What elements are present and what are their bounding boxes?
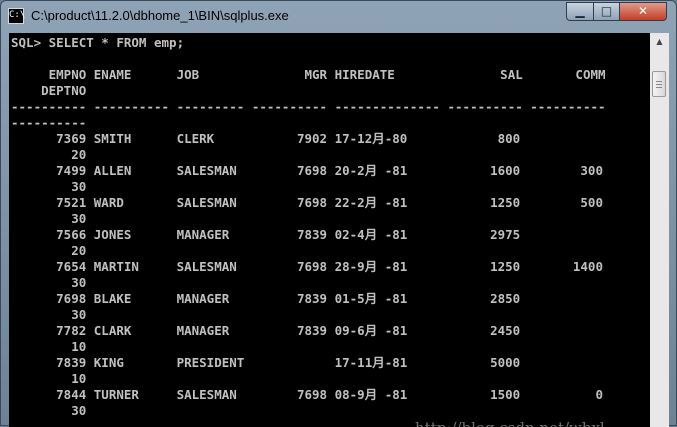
console-line: ---------- ---------- --------- --------… (11, 99, 606, 114)
console-line: 7521 WARD SALESMAN 7698 22-2月 -81 1250 5… (11, 195, 603, 210)
console-text: SQL> SELECT * FROM emp; EMPNO ENAME JOB … (11, 35, 606, 419)
console-line: 20 (11, 147, 87, 162)
console-line: 10 (11, 339, 87, 354)
console-line: 7566 JONES MANAGER 7839 02-4月 -81 2975 (11, 227, 521, 242)
console-line: 7499 ALLEN SALESMAN 7698 20-2月 -81 1600 … (11, 163, 603, 178)
console-line: 7839 KING PRESIDENT 17-11月-81 5000 (11, 355, 521, 370)
thumb-grip-line (656, 81, 662, 82)
console-line: 7698 BLAKE MANAGER 7839 01-5月 -81 2850 (11, 291, 521, 306)
title-bar[interactable]: C:\ C:\product\11.2.0\dbhome_1\BIN\sqlpl… (1, 1, 676, 33)
console-line: EMPNO ENAME JOB MGR HIREDATE SAL COMM (11, 67, 606, 82)
console-line: 10 (11, 371, 87, 386)
console-line: DEPTNO (11, 83, 87, 98)
console-window: C:\ C:\product\11.2.0\dbhome_1\BIN\sqlpl… (0, 0, 677, 427)
console-line: 30 (11, 307, 87, 322)
console-line: SQL> SELECT * FROM emp; (11, 35, 185, 50)
console-line: 30 (11, 179, 87, 194)
console-line: 7782 CLARK MANAGER 7839 09-6月 -81 2450 (11, 323, 521, 338)
console-line: 7369 SMITH CLERK 7902 17-12月-80 800 (11, 131, 521, 146)
minimize-button[interactable]: ▁ (566, 2, 594, 21)
console-line: 30 (11, 211, 87, 226)
console-line: 30 (11, 403, 87, 418)
close-button[interactable]: ✕ (619, 2, 667, 21)
console-line: 7844 TURNER SALESMAN 7698 08-9月 -81 1500… (11, 387, 603, 402)
console-line: 20 (11, 243, 87, 258)
cmd-icon: C:\ (8, 8, 25, 24)
thumb-grip-line (656, 84, 662, 85)
thumb-grip-line (656, 87, 662, 88)
vertical-scrollbar[interactable]: ▲ (650, 33, 669, 427)
console-output[interactable]: SQL> SELECT * FROM emp; EMPNO ENAME JOB … (9, 33, 650, 427)
window-title: C:\product\11.2.0\dbhome_1\BIN\sqlplus.e… (31, 8, 289, 23)
console-line: ---------- (11, 115, 87, 130)
console-line: 30 (11, 275, 87, 290)
scroll-up-arrow-icon[interactable]: ▲ (650, 33, 669, 50)
maximize-button[interactable]: □ (593, 2, 620, 21)
console-line: 7654 MARTIN SALESMAN 7698 28-9月 -81 1250… (11, 259, 603, 274)
scroll-thumb[interactable] (652, 71, 666, 97)
